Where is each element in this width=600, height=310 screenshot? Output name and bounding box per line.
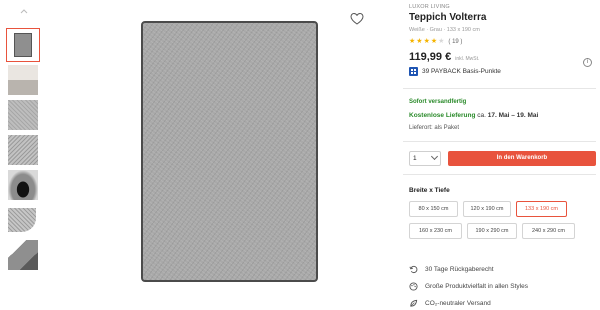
delivery-info: Kostenlose Lieferung ca. 17. Mai – 19. M… <box>409 112 538 119</box>
feature-text: CO₂-neutraler Versand <box>425 300 491 307</box>
thumbnail-1[interactable] <box>6 28 40 62</box>
chevron-down-icon <box>430 152 439 161</box>
size-option-190x290[interactable]: 190 x 290 cm <box>467 223 517 239</box>
availability-status: Sofort versandfertig <box>409 99 467 105</box>
payback-points: 39 PAYBACK Basis-Punkte <box>409 67 501 76</box>
product-subtitle: Weiße · Grau · 133 x 190 cm <box>409 27 480 33</box>
delivery-ca: ca. <box>477 112 486 119</box>
divider <box>403 88 596 89</box>
price-note: inkl. MwSt. <box>455 56 480 62</box>
size-option-120x190[interactable]: 120 x 190 cm <box>463 201 511 217</box>
add-to-cart-button[interactable]: In den Warenkorb <box>448 151 596 166</box>
size-option-80x150[interactable]: 80 x 150 cm <box>409 201 458 217</box>
delivery-location: Lieferort: als Paket <box>409 125 460 131</box>
feature-variety: Große Produktvielfalt in allen Styles <box>409 282 528 291</box>
price-block: 119,99 € inkl. MwSt. <box>409 51 479 63</box>
feature-text: Große Produktvielfalt in allen Styles <box>425 283 528 290</box>
thumbnail-6[interactable] <box>8 205 38 235</box>
rating-count: ( 19 ) <box>448 38 463 45</box>
star-icon: ★ <box>430 38 438 45</box>
delivery-dates: 17. Mai – 19. Mai <box>487 112 539 119</box>
leaf-icon <box>410 299 418 307</box>
free-delivery-label: Kostenlose Lieferung <box>409 112 476 119</box>
chevron-up-icon[interactable] <box>20 8 28 14</box>
thumbnail-3[interactable] <box>8 100 38 130</box>
heart-icon[interactable] <box>350 12 364 26</box>
info-icon[interactable]: i <box>583 58 592 67</box>
size-option-160x230[interactable]: 160 x 230 cm <box>409 223 462 239</box>
feature-returns: 30 Tage Rückgaberecht <box>409 265 494 274</box>
price: 119,99 € <box>409 51 452 63</box>
payback-text: 39 PAYBACK Basis-Punkte <box>422 68 501 75</box>
feature-text: 30 Tage Rückgaberecht <box>425 266 494 273</box>
star-half-icon: ★ <box>438 38 445 45</box>
size-option-133x190[interactable]: 133 x 190 cm <box>516 201 567 217</box>
quantity-value: 1 <box>413 155 417 162</box>
payback-icon <box>409 67 418 76</box>
brand-name[interactable]: LUXOR LIVING <box>409 4 450 10</box>
feature-shipping: CO₂-neutraler Versand <box>409 299 491 308</box>
rating-stars: ★ ★ ★ ★ ★ <box>409 38 444 45</box>
size-option-240x290[interactable]: 240 x 290 cm <box>522 223 575 239</box>
size-label: Breite x Tiefe <box>409 187 450 194</box>
thumbnail-7[interactable] <box>8 240 38 270</box>
thumbnail-4[interactable] <box>8 135 38 165</box>
thumbnail-5[interactable] <box>8 170 38 200</box>
divider <box>403 174 596 175</box>
return-icon <box>409 265 418 274</box>
thumbnail-2[interactable] <box>8 65 38 95</box>
main-product-image[interactable] <box>141 21 318 282</box>
rating[interactable]: ★ ★ ★ ★ ★ ( 19 ) <box>409 38 462 45</box>
palette-icon <box>409 282 418 291</box>
quantity-select[interactable]: 1 <box>409 151 441 166</box>
product-title: Teppich Volterra <box>409 12 487 23</box>
star-icon: ★ <box>409 38 416 45</box>
star-icon: ★ <box>423 38 430 45</box>
star-icon: ★ <box>416 38 423 45</box>
divider <box>403 141 596 142</box>
